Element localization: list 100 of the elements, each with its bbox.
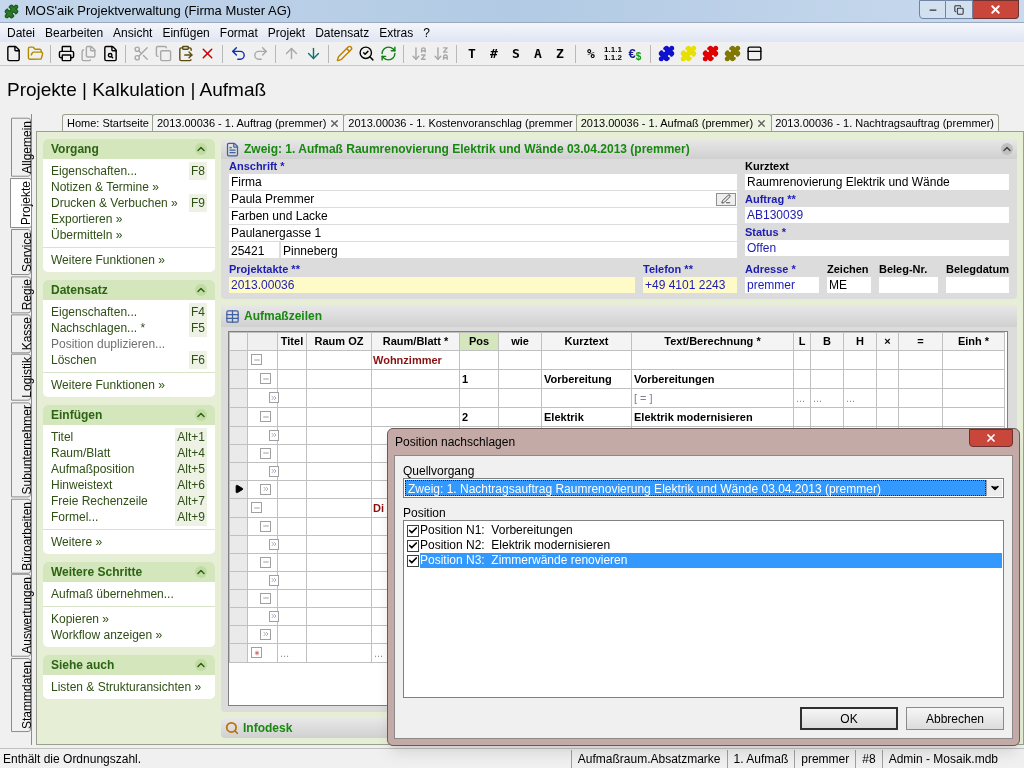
- task-link[interactable]: Aufmaßposition: [51, 460, 135, 478]
- column-header[interactable]: Einh *: [942, 332, 1005, 350]
- collapse-node-icon[interactable]: [260, 556, 271, 568]
- dialog-button[interactable]: Abbrechen: [906, 707, 1004, 730]
- column-header[interactable]: Raum OZ: [306, 332, 372, 350]
- menu-item[interactable]: ?: [418, 23, 435, 42]
- collapse-node-icon[interactable]: [260, 447, 271, 459]
- close-button[interactable]: [969, 429, 1013, 447]
- column-header[interactable]: =: [898, 332, 943, 350]
- task-link[interactable]: Hinweistext: [51, 476, 113, 494]
- column-header[interactable]: Titel: [277, 332, 307, 350]
- side-tab[interactable]: Subunternehmer: [11, 402, 31, 498]
- task-link[interactable]: Raum/Blatt: [51, 444, 111, 462]
- dialog-button[interactable]: OK: [800, 707, 898, 730]
- column-header[interactable]: Kurztext: [541, 332, 632, 350]
- menu-item[interactable]: Datensatz: [310, 23, 375, 42]
- collapse-node-icon[interactable]: [251, 354, 262, 365]
- task-link[interactable]: Weitere »: [51, 533, 103, 551]
- input-field[interactable]: premmer: [745, 277, 819, 293]
- side-tab[interactable]: Projekte: [10, 177, 32, 228]
- task-link[interactable]: Nachschlagen... *: [51, 319, 146, 337]
- side-tab[interactable]: Stammdaten: [11, 658, 31, 733]
- currency-button[interactable]: €$: [624, 42, 646, 65]
- collapse-node-icon[interactable]: [260, 520, 271, 532]
- column-header[interactable]: Raum/Blatt *: [371, 332, 460, 350]
- menu-item[interactable]: Projekt: [262, 23, 311, 42]
- input-field[interactable]: [946, 277, 1009, 293]
- menu-item[interactable]: Ansicht: [108, 23, 158, 42]
- format-button[interactable]: A: [527, 42, 549, 65]
- numbering-button[interactable]: 1.1.1 1.1.2: [602, 42, 624, 65]
- collapse-icon[interactable]: [195, 284, 207, 296]
- task-link[interactable]: Eigenschaften...: [51, 303, 138, 321]
- task-link[interactable]: Löschen: [51, 351, 97, 369]
- collapse-icon[interactable]: [1001, 143, 1013, 155]
- input-field[interactable]: Pinneberg: [281, 242, 737, 258]
- document-tab[interactable]: 2013.00036 - 1. Auftrag (premmer): [151, 114, 346, 131]
- input-field[interactable]: 2013.00036: [229, 277, 635, 293]
- checkbox[interactable]: [407, 524, 419, 537]
- menu-item[interactable]: Bearbeiten: [40, 23, 109, 42]
- list-item[interactable]: Position N1: Vorbereitungen: [420, 523, 1002, 538]
- task-link[interactable]: Kopieren »: [51, 610, 110, 628]
- task-link[interactable]: Listen & Strukturansichten »: [51, 678, 202, 696]
- minimize-button[interactable]: [919, 0, 946, 19]
- collapse-node-icon[interactable]: [260, 373, 271, 384]
- document-tab[interactable]: 2013.00036 - 1. Aufmaß (premmer): [575, 114, 773, 131]
- task-link[interactable]: Weitere Funktionen »: [51, 376, 165, 394]
- checkbox[interactable]: [407, 539, 419, 552]
- input-field[interactable]: +49 4101 2243: [643, 277, 737, 293]
- menu-item[interactable]: Extras: [374, 23, 419, 42]
- task-link[interactable]: Titel: [51, 428, 74, 446]
- task-link[interactable]: Freie Rechenzeile: [51, 492, 148, 510]
- task-link[interactable]: Drucken & Verbuchen »: [51, 194, 178, 212]
- task-link[interactable]: Exportieren »: [51, 210, 123, 228]
- side-tab[interactable]: Service: [11, 228, 31, 275]
- input-field[interactable]: ME: [827, 277, 871, 293]
- collapse-icon[interactable]: [195, 409, 207, 421]
- collapse-icon[interactable]: [195, 566, 207, 578]
- collapse-icon[interactable]: [195, 659, 207, 671]
- task-link[interactable]: Formel...: [51, 508, 99, 526]
- signature-button[interactable]: [716, 192, 736, 206]
- collapse-node-icon[interactable]: [260, 592, 271, 604]
- input-field[interactable]: Farben und Lacke: [229, 207, 737, 225]
- format-button[interactable]: T: [461, 42, 483, 65]
- format-button[interactable]: %: [580, 42, 602, 65]
- format-button[interactable]: S: [505, 42, 527, 65]
- collapse-node-icon[interactable]: [260, 411, 271, 422]
- column-header[interactable]: B: [810, 332, 844, 350]
- close-button[interactable]: [973, 0, 1019, 19]
- format-button[interactable]: #: [483, 42, 505, 65]
- checkbox[interactable]: [407, 554, 419, 567]
- column-header[interactable]: Text/Berechnung *: [631, 332, 794, 350]
- task-link[interactable]: Übermitteln »: [51, 226, 123, 244]
- input-field[interactable]: Firma: [229, 173, 737, 191]
- task-link[interactable]: Eigenschaften...: [51, 162, 138, 180]
- task-link[interactable]: Aufmaß übernehmen...: [51, 585, 174, 603]
- side-tab[interactable]: Büroarbeiten: [11, 498, 31, 574]
- close-icon[interactable]: [756, 117, 768, 129]
- column-header[interactable]: wie: [498, 332, 542, 350]
- input-field[interactable]: 25421: [229, 242, 279, 258]
- input-field[interactable]: Paulanergasse 1: [229, 224, 737, 242]
- input-field[interactable]: AB130039: [745, 207, 1009, 223]
- task-link[interactable]: Notizen & Termine »: [51, 178, 159, 196]
- column-header[interactable]: Pos: [459, 332, 499, 350]
- close-icon[interactable]: [329, 117, 341, 129]
- collapse-node-icon[interactable]: [251, 502, 262, 513]
- side-tab[interactable]: Kasse: [11, 314, 31, 354]
- restore-button[interactable]: [946, 0, 973, 19]
- document-tab[interactable]: Home: Startseite: [62, 114, 154, 131]
- list-item[interactable]: Position N2: Elektrik modernisieren: [420, 538, 1002, 553]
- column-header[interactable]: ×: [876, 332, 899, 350]
- format-button[interactable]: Z: [549, 42, 571, 65]
- collapse-icon[interactable]: [195, 143, 207, 155]
- input-field[interactable]: [879, 277, 939, 293]
- menu-item[interactable]: Einfügen: [157, 23, 215, 42]
- menu-item[interactable]: Format: [214, 23, 263, 42]
- task-link[interactable]: Weitere Funktionen »: [51, 251, 165, 269]
- input-field[interactable]: Raumrenovierung Elektrik und Wände: [745, 174, 1009, 190]
- input-field[interactable]: Offen: [745, 240, 1009, 256]
- column-header[interactable]: H: [843, 332, 877, 350]
- menu-item[interactable]: Datei: [2, 23, 40, 42]
